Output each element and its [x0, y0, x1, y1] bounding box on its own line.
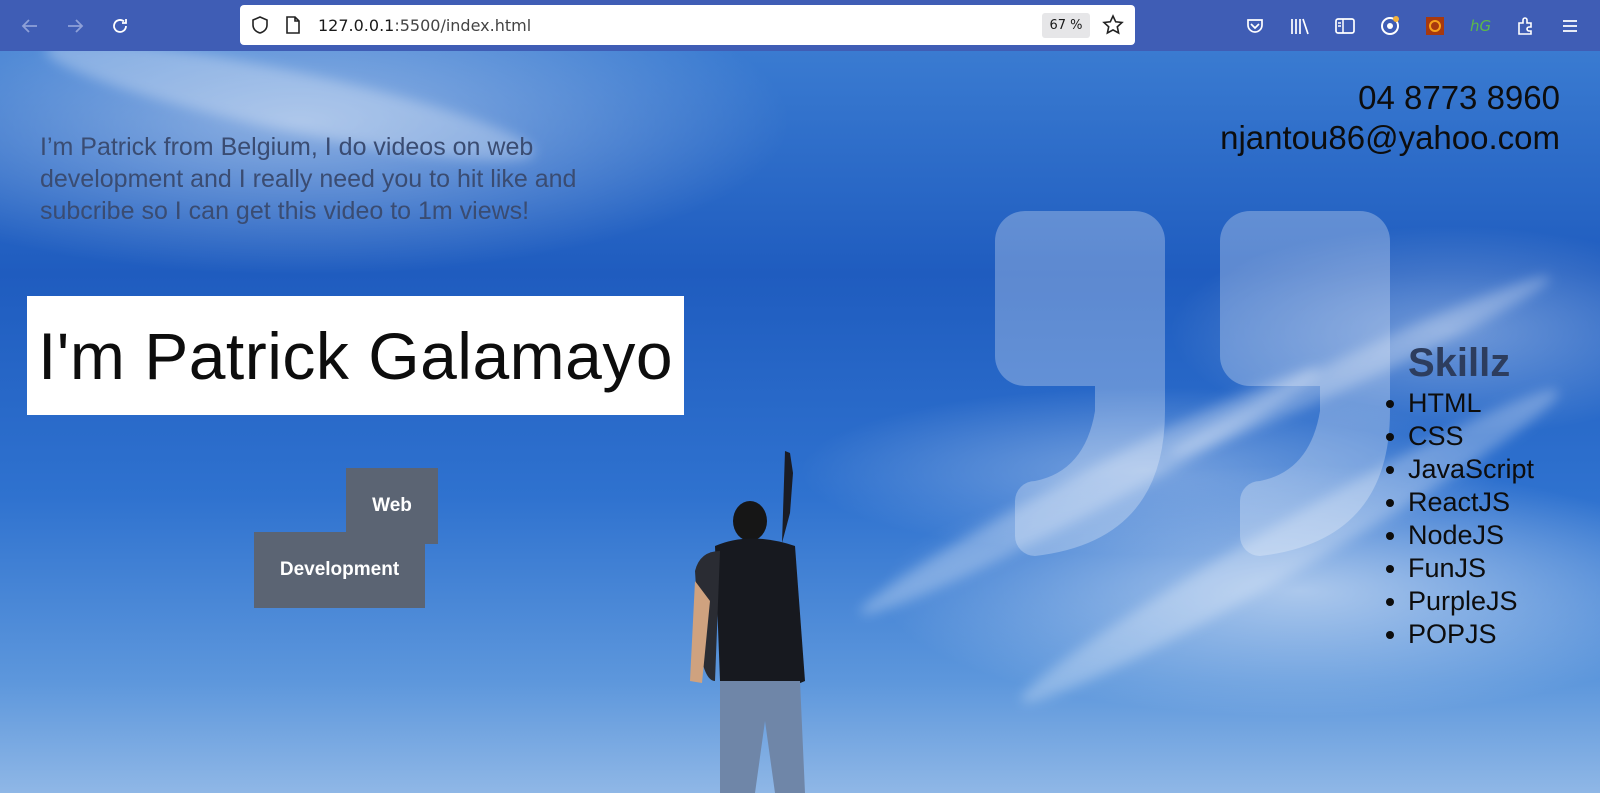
shield-icon[interactable] [250, 15, 270, 40]
skills-title: Skillz [1408, 341, 1511, 385]
account-icon[interactable] [1376, 12, 1404, 40]
person-image [690, 451, 805, 793]
browser-toolbar: 127.0.0.1:5500/index.html 67 % hG [0, 0, 1600, 51]
skill-item: JavaScript [1385, 454, 1535, 484]
svg-text:hG: hG [1470, 17, 1491, 35]
email-address: njantou86@yahoo.com [1220, 119, 1560, 156]
reload-icon[interactable] [106, 12, 134, 40]
name-heading-box: I'm Patrick Galamayo [27, 296, 684, 415]
skill-item: PurpleJS [1385, 585, 1534, 618]
extension-green-icon[interactable]: hG [1466, 12, 1494, 40]
skills-list: HTML CSS JavaScript ReactJS NodeJS FunJS… [1385, 387, 1535, 651]
skill-item: NodeJS [1385, 519, 1534, 552]
pocket-icon[interactable] [1241, 12, 1269, 40]
forward-icon[interactable] [61, 12, 89, 40]
back-icon[interactable] [16, 12, 44, 40]
extension-orange-icon[interactable] [1421, 12, 1449, 40]
url-path: :5500/index.html [394, 16, 532, 35]
url-host: 127.0.0.1 [318, 16, 395, 35]
extensions-icon[interactable] [1511, 12, 1539, 40]
skill-item: HTML [1385, 387, 1534, 420]
page-icon[interactable] [284, 15, 302, 40]
contact-info: 04 8773 8960 njantou86@yahoo.com [1220, 78, 1560, 158]
library-icon[interactable] [1286, 12, 1314, 40]
skill-item: POPJS [1385, 618, 1534, 651]
url-text[interactable]: 127.0.0.1:5500/index.html [318, 16, 531, 35]
page-background: I’m Patrick from Belgium, I do videos on… [0, 51, 1600, 793]
skills-section: Skillz HTML CSS JavaScript ReactJS NodeJ… [1385, 341, 1535, 651]
bookmark-star-icon[interactable] [1102, 14, 1124, 41]
zoom-level-badge[interactable]: 67 % [1042, 13, 1090, 38]
skill-item: CSS [1385, 420, 1534, 453]
sidebar-icon[interactable] [1331, 12, 1359, 40]
intro-text: I’m Patrick from Belgium, I do videos on… [40, 133, 577, 225]
skill-item: FunJS [1385, 552, 1534, 585]
quote-mark-icon [995, 211, 1390, 556]
url-bar[interactable]: 127.0.0.1:5500/index.html 67 % [240, 5, 1135, 45]
skill-item: ReactJS [1385, 486, 1534, 519]
name-heading: I'm Patrick Galamayo [37, 318, 674, 393]
tag-development: Development [254, 532, 425, 608]
phone-number: 04 8773 8960 [1358, 79, 1560, 116]
menu-icon[interactable] [1556, 12, 1584, 40]
